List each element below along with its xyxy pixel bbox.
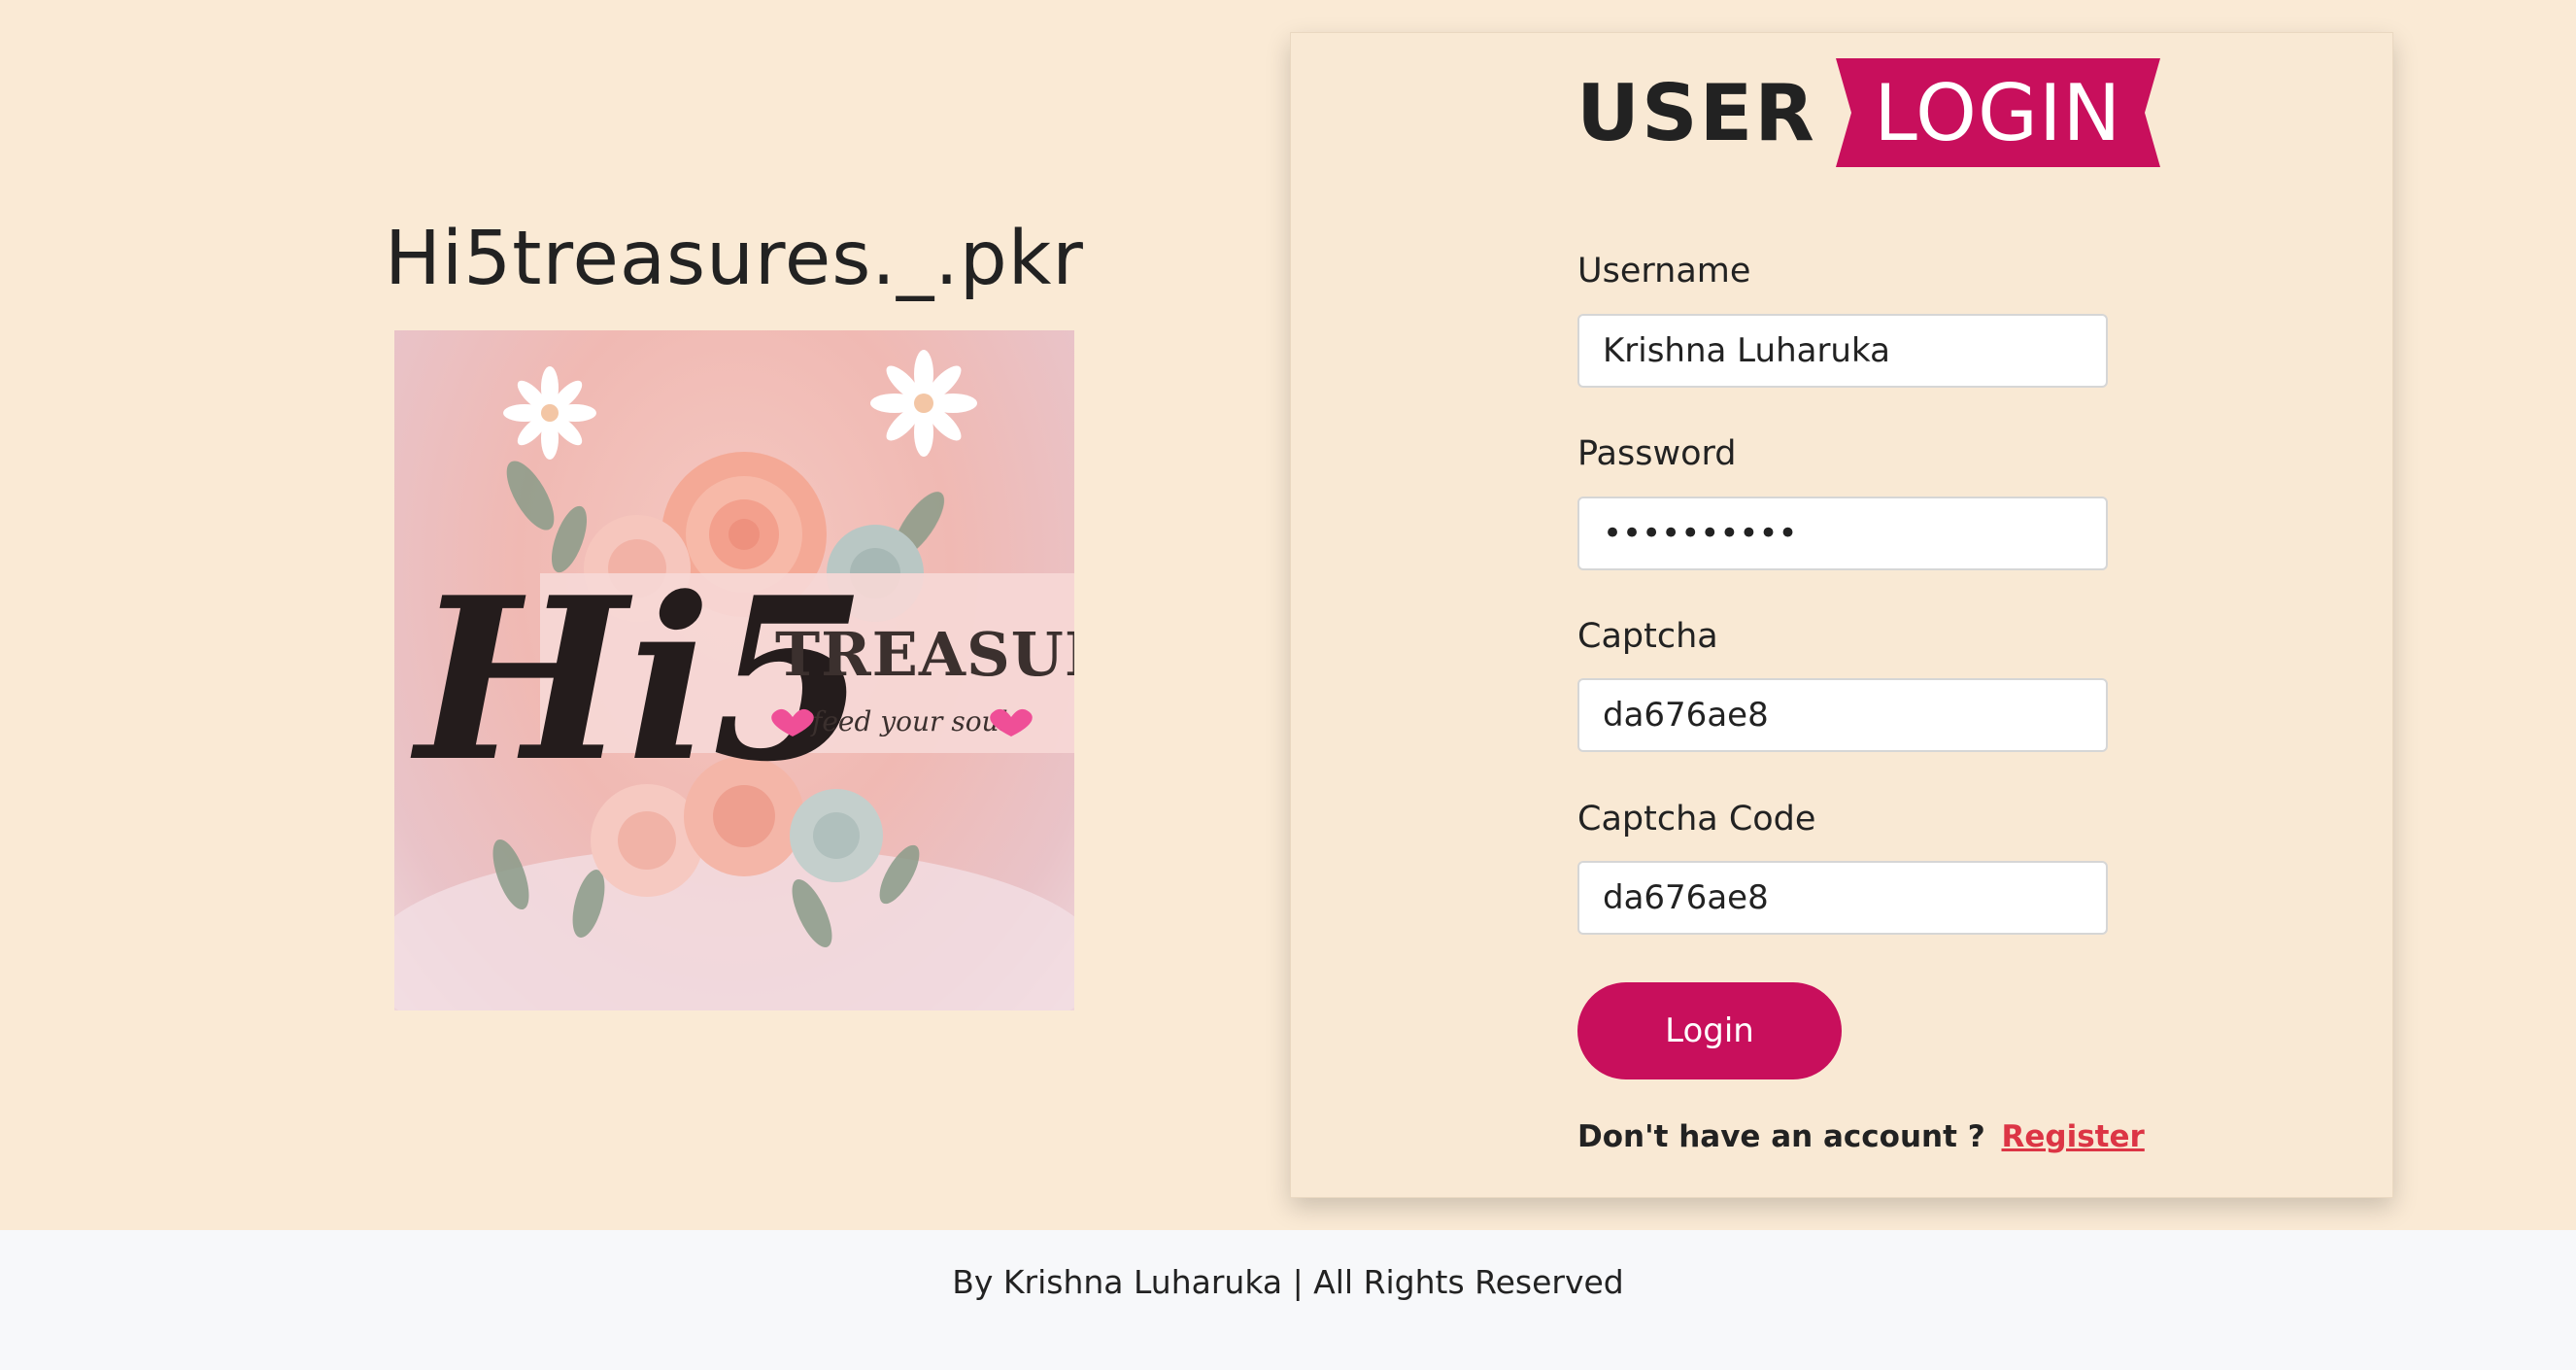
no-account-text: Don't have an account ? — [1577, 1119, 1985, 1154]
heading-login: LOGIN — [1874, 67, 2122, 158]
captcha-label: Captcha — [1577, 617, 1718, 656]
password-input[interactable] — [1577, 497, 2108, 570]
main-section: Hi5treasures._.pkr Hi5 TREASU feed your … — [0, 0, 2576, 1230]
password-label: Password — [1577, 434, 1737, 473]
username-input[interactable] — [1577, 314, 2108, 388]
heading-login-ribbon: LOGIN — [1835, 58, 2160, 167]
heading-user: USER — [1576, 67, 1816, 158]
register-prompt: Don't have an account ? Register — [1577, 1119, 2145, 1154]
login-heading: USER LOGIN — [1576, 56, 2160, 169]
brand-logo-image: Hi5 TREASURES feed your soul — [394, 330, 1074, 1010]
login-card: USER LOGIN Username Password Captcha Cap… — [1290, 32, 2393, 1198]
brand-title: Hi5treasures._.pkr — [385, 216, 1084, 302]
footer: By Krishna Luharuka | All Rights Reserve… — [0, 1230, 2576, 1370]
logo-tagline: feed your soul — [810, 705, 1008, 737]
logo-word-sub: TREASURES — [775, 619, 1074, 690]
login-button[interactable]: Login — [1577, 982, 1842, 1079]
username-label: Username — [1577, 252, 1751, 291]
footer-text: By Krishna Luharuka | All Rights Reserve… — [952, 1263, 1624, 1301]
captcha-display — [1577, 678, 2108, 752]
captcha-code-label: Captcha Code — [1577, 800, 1816, 839]
register-link[interactable]: Register — [2002, 1119, 2145, 1154]
captcha-code-input[interactable] — [1577, 861, 2108, 935]
